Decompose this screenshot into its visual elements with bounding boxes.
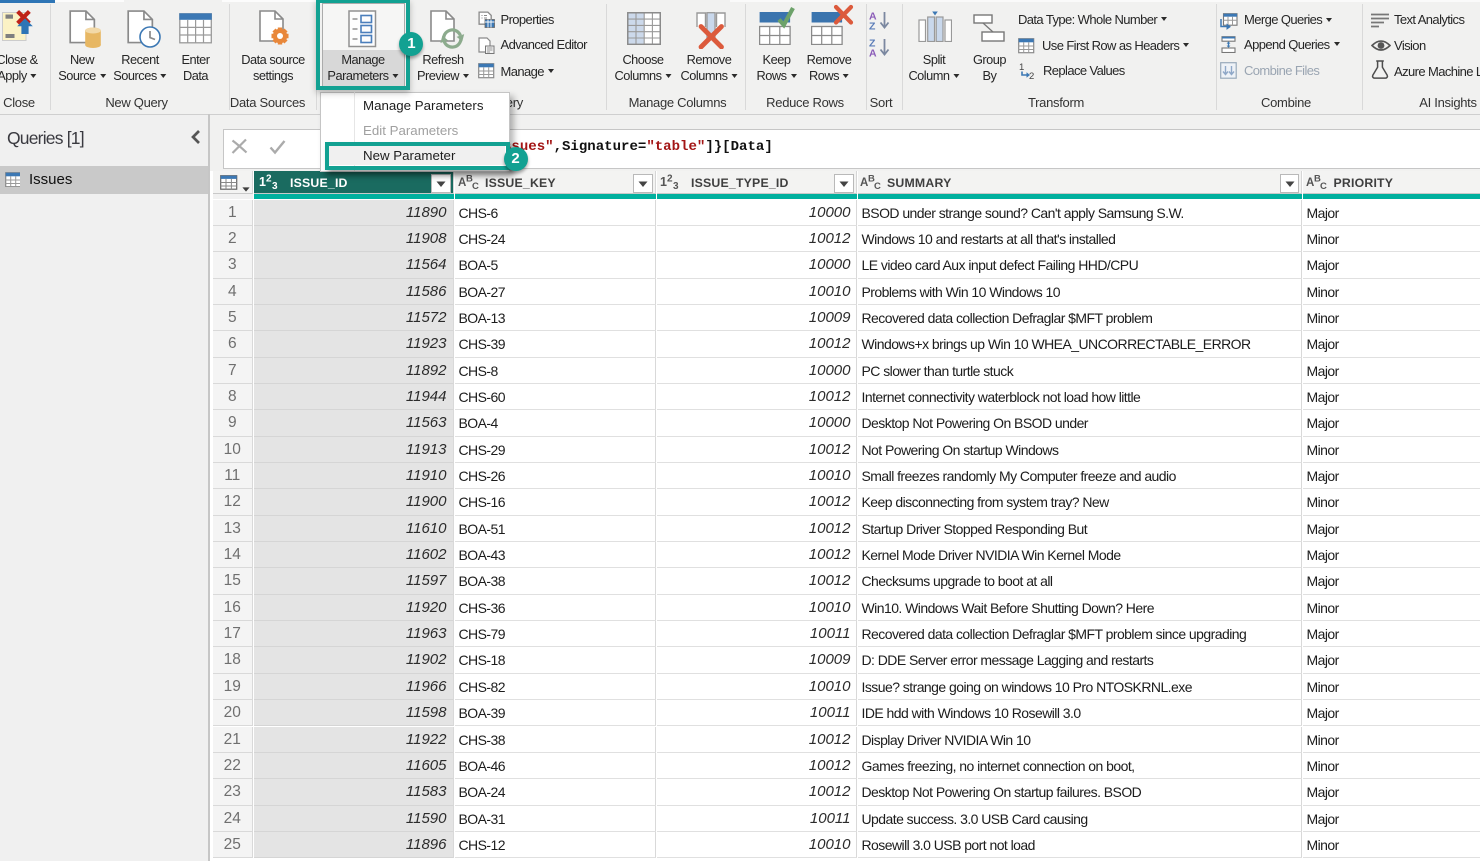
svg-text:1: 1 [259, 175, 266, 189]
svg-text:C: C [874, 181, 881, 191]
svg-text:3: 3 [673, 181, 679, 191]
svg-text:3: 3 [272, 181, 278, 191]
svg-text:C: C [472, 181, 479, 191]
svg-text:Z: Z [869, 21, 876, 31]
svg-text:1: 1 [660, 175, 667, 189]
svg-text:A: A [869, 48, 877, 58]
svg-text:1: 1 [1019, 62, 1024, 73]
svg-text:C: C [1320, 181, 1327, 191]
svg-text:2: 2 [1029, 71, 1034, 80]
